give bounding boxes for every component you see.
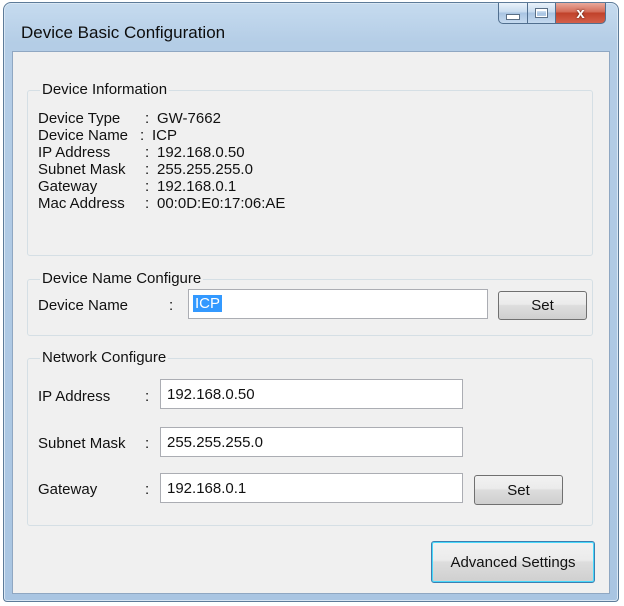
- subnet-mask-label: Subnet Mask: [38, 435, 126, 452]
- maximize-icon: [535, 8, 548, 18]
- advanced-settings-button[interactable]: Advanced Settings: [431, 541, 595, 583]
- maximize-button[interactable]: [528, 3, 556, 24]
- device-name-colon: :: [169, 297, 174, 314]
- minimize-button[interactable]: [498, 3, 528, 24]
- window-title: Device Basic Configuration: [21, 23, 226, 42]
- subnet-mask-colon: :: [145, 435, 150, 452]
- gateway-label: Gateway: [38, 481, 98, 498]
- device-information-legend: Device Information: [40, 81, 170, 98]
- close-icon: x: [576, 4, 585, 22]
- gateway-colon: :: [145, 481, 150, 498]
- device-info-label: IP Address: [38, 144, 111, 161]
- device-info-label: Device Type: [38, 110, 121, 127]
- close-button[interactable]: x: [556, 3, 606, 24]
- device-info-value: 255.255.255.0: [157, 161, 253, 178]
- device-info-value: 192.168.0.1: [157, 178, 237, 195]
- device-info-colon: :: [145, 195, 150, 212]
- device-info-label: Device Name: [38, 127, 129, 144]
- device-name-configure-legend: Device Name Configure: [40, 270, 204, 287]
- device-info-label: Subnet Mask: [38, 161, 126, 178]
- network-configure-group: Network Configure IP Address : Subnet Ma…: [27, 349, 593, 526]
- set-network-button[interactable]: Set: [474, 475, 563, 505]
- network-configure-legend: Network Configure: [40, 349, 169, 366]
- device-info-colon: :: [145, 161, 150, 178]
- window-controls: x: [498, 3, 606, 25]
- device-info-colon: :: [140, 127, 145, 144]
- device-information-group: Device Information Device Type: GW-7662 De…: [27, 81, 593, 256]
- minimize-icon: [506, 14, 520, 20]
- device-info-value: GW-7662: [157, 110, 221, 127]
- ip-address-input[interactable]: [160, 379, 463, 409]
- gateway-input[interactable]: [160, 473, 463, 503]
- device-name-label: Device Name: [38, 297, 129, 314]
- device-info-colon: :: [145, 178, 150, 195]
- device-info-value: 00:0D:E0:17:06:AE: [157, 195, 286, 212]
- device-name-configure-group: Device Name Configure Device Name : ICP …: [27, 270, 593, 336]
- device-info-label: Mac Address: [38, 195, 125, 212]
- ip-address-colon: :: [145, 388, 150, 405]
- device-info-colon: :: [145, 110, 150, 127]
- set-device-name-button[interactable]: Set: [498, 291, 587, 320]
- device-info-colon: :: [145, 144, 150, 161]
- device-name-input[interactable]: ICP: [188, 289, 488, 319]
- device-info-value: ICP: [152, 127, 178, 144]
- subnet-mask-input[interactable]: [160, 427, 463, 457]
- device-name-selected-text: ICP: [193, 295, 223, 312]
- dialog-client-area: Device Information Device Type: GW-7662 De…: [12, 51, 610, 594]
- device-info-label: Gateway: [38, 178, 98, 195]
- dialog-window: Device Basic Configuration x Device Info…: [3, 2, 619, 602]
- device-info-value: 192.168.0.50: [157, 144, 245, 161]
- ip-address-label: IP Address: [38, 388, 111, 405]
